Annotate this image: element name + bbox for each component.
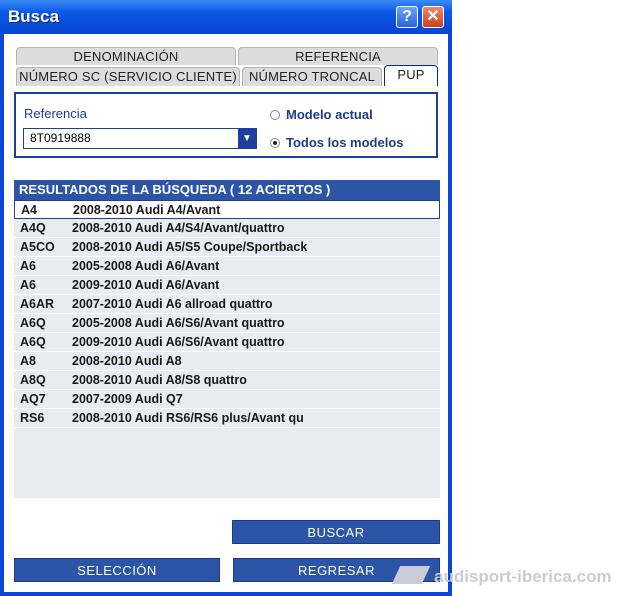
tab-numero-troncal[interactable]: NÚMERO TRONCAL bbox=[242, 67, 382, 86]
row-description: 2008-2010 Audi A8 bbox=[72, 354, 182, 368]
window-client-area: DENOMINACIÓN REFERENCIA NÚMERO SC (SERVI… bbox=[4, 34, 448, 592]
table-row[interactable]: A8 2008-2010 Audi A8 bbox=[14, 352, 440, 371]
row-description: 2005-2008 Audi A6/S6/Avant quattro bbox=[72, 316, 285, 330]
reference-label: Referencia bbox=[24, 106, 87, 121]
table-row[interactable]: A5CO 2008-2010 Audi A5/S5 Coupe/Sportback bbox=[14, 238, 440, 257]
tab-label: NÚMERO TRONCAL bbox=[248, 69, 376, 84]
tab-pup[interactable]: PUP bbox=[384, 65, 438, 86]
row-description: 2005-2008 Audi A6/Avant bbox=[72, 259, 220, 273]
radio-off-icon bbox=[270, 110, 280, 120]
row-description: 2008-2010 Audi RS6/RS6 plus/Avant qu bbox=[72, 411, 304, 425]
search-window: Busca ? ✕ DENOMINACIÓN REFERENCIA NÚMERO… bbox=[0, 0, 452, 596]
table-row[interactable]: A4 2008-2010 Audi A4/Avant bbox=[14, 200, 440, 219]
row-description: 2009-2010 Audi A6/S6/Avant quattro bbox=[72, 335, 285, 349]
search-panel: Referencia 8T0919888 ▼ Modelo actual Tod… bbox=[14, 92, 438, 158]
seleccion-button[interactable]: SELECCIÓN bbox=[14, 558, 220, 582]
radio-on-icon bbox=[270, 138, 280, 148]
results-list[interactable]: RESULTADOS DE LA BÚSQUEDA ( 12 ACIERTOS … bbox=[14, 180, 440, 498]
row-code: AQ7 bbox=[20, 392, 46, 406]
table-row[interactable]: A6 2005-2008 Audi A6/Avant bbox=[14, 257, 440, 276]
watermark-text: audisport-iberica.com bbox=[434, 567, 612, 586]
title-bar[interactable]: Busca ? ✕ bbox=[0, 0, 452, 34]
button-label: REGRESAR bbox=[298, 563, 375, 578]
tab-denominacion[interactable]: DENOMINACIÓN bbox=[16, 47, 236, 65]
window-title: Busca bbox=[8, 7, 60, 26]
row-code: A8Q bbox=[20, 373, 46, 387]
row-code: A6Q bbox=[20, 316, 46, 330]
row-description: 2008-2010 Audi A5/S5 Coupe/Sportback bbox=[72, 240, 308, 254]
chevron-down-icon[interactable]: ▼ bbox=[238, 129, 256, 148]
row-description: 2008-2010 Audi A4/S4/Avant/quattro bbox=[72, 221, 285, 235]
table-row[interactable]: A6Q 2005-2008 Audi A6/S6/Avant quattro bbox=[14, 314, 440, 333]
radio-todos-modelos[interactable]: Todos los modelos bbox=[270, 135, 404, 150]
radio-modelo-actual[interactable]: Modelo actual bbox=[270, 107, 373, 122]
button-label: BUSCAR bbox=[307, 525, 365, 540]
button-label: SELECCIÓN bbox=[77, 563, 157, 578]
table-row[interactable]: AQ7 2007-2009 Audi Q7 bbox=[14, 390, 440, 409]
tab-label: DENOMINACIÓN bbox=[73, 49, 179, 64]
row-code: A5CO bbox=[20, 240, 55, 254]
close-button[interactable]: ✕ bbox=[422, 6, 444, 28]
watermark: audisport-iberica.com bbox=[390, 562, 640, 592]
row-code: A6Q bbox=[20, 335, 46, 349]
row-description: 2008-2010 Audi A8/S8 quattro bbox=[72, 373, 247, 387]
table-row[interactable]: A8Q 2008-2010 Audi A8/S8 quattro bbox=[14, 371, 440, 390]
results-header: RESULTADOS DE LA BÚSQUEDA ( 12 ACIERTOS … bbox=[14, 180, 440, 200]
reference-value: 8T0919888 bbox=[30, 131, 91, 145]
row-code: RS6 bbox=[20, 411, 45, 425]
table-row[interactable]: A4Q 2008-2010 Audi A4/S4/Avant/quattro bbox=[14, 219, 440, 238]
tab-numero-sc[interactable]: NÚMERO SC (SERVICIO CLIENTE) bbox=[16, 67, 240, 86]
table-row[interactable]: A6 2009-2010 Audi A6/Avant bbox=[14, 276, 440, 295]
row-code: A6AR bbox=[20, 297, 55, 311]
row-description: 2007-2009 Audi Q7 bbox=[72, 392, 183, 406]
row-code: A8 bbox=[20, 354, 36, 368]
row-code: A4 bbox=[21, 203, 37, 217]
audisport-logo-icon bbox=[391, 566, 431, 584]
tab-label: PUP bbox=[397, 67, 425, 82]
tab-referencia[interactable]: REFERENCIA bbox=[238, 47, 438, 65]
row-description: 2008-2010 Audi A4/Avant bbox=[73, 203, 221, 217]
help-button[interactable]: ? bbox=[396, 6, 418, 28]
row-code: A4Q bbox=[20, 221, 46, 235]
tab-label: REFERENCIA bbox=[295, 49, 381, 64]
radio-label: Todos los modelos bbox=[286, 135, 404, 150]
row-description: 2009-2010 Audi A6/Avant bbox=[72, 278, 220, 292]
tab-label: NÚMERO SC (SERVICIO CLIENTE) bbox=[19, 69, 237, 84]
row-code: A6 bbox=[20, 259, 36, 273]
table-row[interactable]: A6Q 2009-2010 Audi A6/S6/Avant quattro bbox=[14, 333, 440, 352]
reference-combobox[interactable]: 8T0919888 ▼ bbox=[23, 128, 257, 149]
row-code: A6 bbox=[20, 278, 36, 292]
results-rows: A4 2008-2010 Audi A4/Avant A4Q 2008-2010 Au… bbox=[14, 200, 440, 428]
table-row[interactable]: RS6 2008-2010 Audi RS6/RS6 plus/Avant qu bbox=[14, 409, 440, 428]
row-description: 2007-2010 Audi A6 allroad quattro bbox=[72, 297, 273, 311]
table-row[interactable]: A6AR 2007-2010 Audi A6 allroad quattro bbox=[14, 295, 440, 314]
radio-label: Modelo actual bbox=[286, 107, 373, 122]
help-icon: ? bbox=[402, 8, 412, 25]
buscar-button[interactable]: BUSCAR bbox=[232, 520, 440, 544]
close-icon: ✕ bbox=[426, 8, 440, 25]
